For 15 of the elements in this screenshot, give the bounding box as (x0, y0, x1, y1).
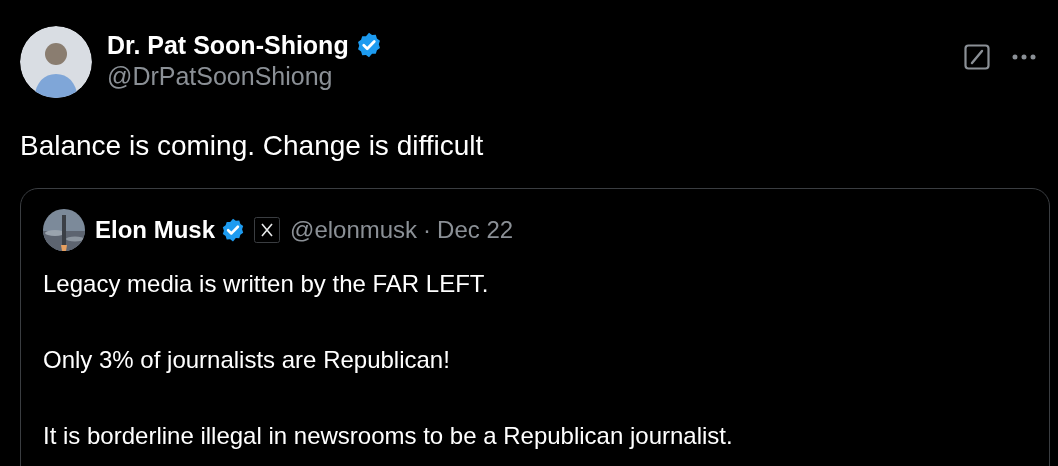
tweet-text: Balance is coming. Change is difficult (20, 129, 485, 163)
affiliate-x-icon (254, 217, 280, 243)
separator: · (423, 215, 432, 245)
quoted-tweet-card[interactable]: Elon Musk @elonmusk · Dec 22 Legacy media is written by the FAR LEFT. Only 3% of journalists are Republican! It is borderline illegal in newsrooms to be a Republican journalist. (20, 188, 1050, 466)
quoted-paragraph: Legacy media is written by the FAR LEFT. (43, 269, 490, 299)
quoted-paragraph: Only 3% of journalists are Republican! (43, 345, 451, 375)
edit-icon[interactable] (964, 44, 990, 70)
quoted-author-handle[interactable]: @elonmusk (290, 212, 418, 248)
author-name[interactable]: Dr. Pat Soon-Shiong (107, 30, 349, 60)
author-handle[interactable]: @DrPatSoonShiong (107, 60, 383, 92)
more-icon[interactable] (1012, 54, 1036, 60)
quoted-paragraph: It is borderline illegal in newsrooms to be a Republican journalist. (43, 421, 734, 451)
quoted-author-name[interactable]: Elon Musk (95, 212, 215, 248)
quoted-date[interactable]: Dec 22 (437, 212, 514, 248)
avatar[interactable] (20, 26, 92, 98)
